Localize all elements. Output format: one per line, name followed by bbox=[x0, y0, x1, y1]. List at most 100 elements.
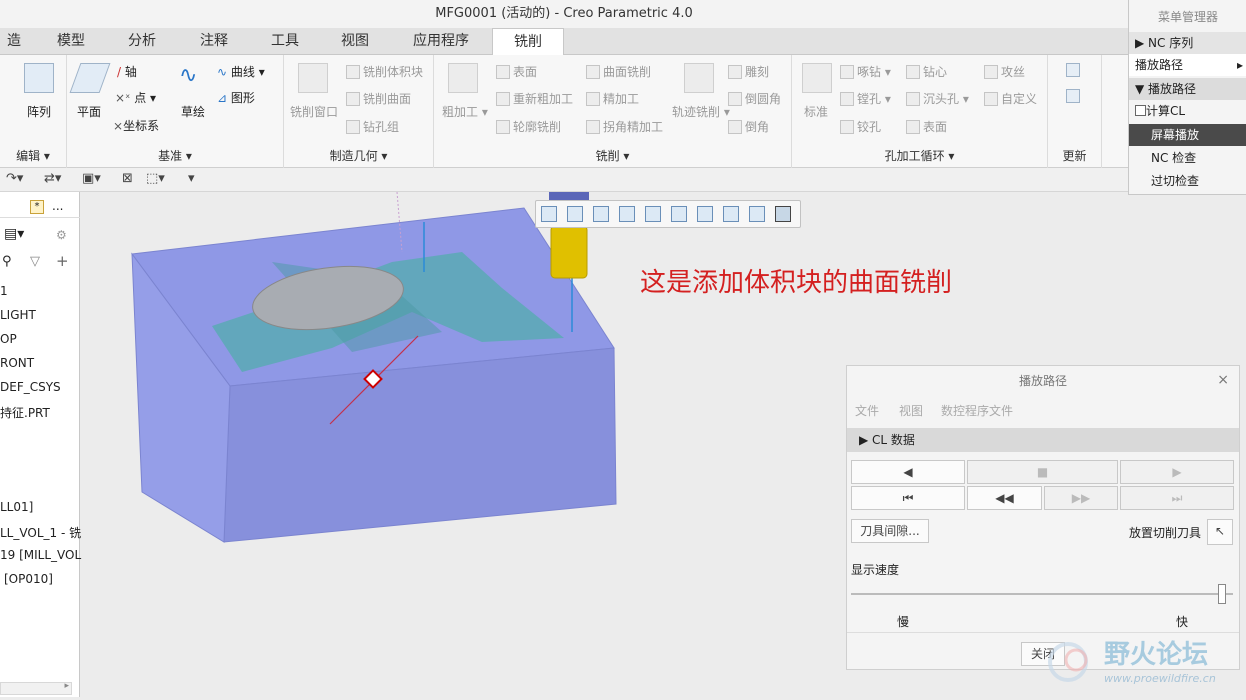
corner-finish-button[interactable]: 拐角精加工 bbox=[586, 118, 663, 135]
tree-item[interactable]: LL01] bbox=[0, 500, 33, 514]
play-backward-button[interactable]: ◀ bbox=[851, 460, 965, 484]
menu-view[interactable]: 视图 bbox=[899, 402, 923, 419]
tree-item[interactable]: LL_VOL_1 - 铣 bbox=[0, 524, 81, 541]
zoom-out-icon[interactable] bbox=[593, 206, 609, 222]
tree-item[interactable]: 19 [MILL_VOL bbox=[0, 548, 81, 562]
saved-views-icon[interactable] bbox=[671, 206, 687, 222]
mill-volume-button[interactable]: 铣削体积块 bbox=[346, 63, 423, 80]
surface-mill-button[interactable]: 曲面铣削 bbox=[586, 63, 651, 80]
face-mill-button[interactable]: 表面 bbox=[496, 63, 537, 80]
speed-slider[interactable] bbox=[851, 584, 1233, 604]
menu-screen-play[interactable]: 屏幕播放 bbox=[1129, 124, 1246, 146]
compute-cl-checkbox[interactable] bbox=[1135, 105, 1146, 116]
drill-group-button[interactable]: 钻孔组 bbox=[346, 118, 399, 135]
round-button[interactable]: 倒圆角 bbox=[728, 90, 781, 107]
plane-button[interactable]: 平面 bbox=[77, 103, 101, 120]
display-style-icon[interactable] bbox=[645, 206, 661, 222]
regenerate-icon[interactable]: ⇄▾ bbox=[44, 171, 61, 186]
tool-clearance-button[interactable]: 刀具间隙... bbox=[851, 519, 929, 543]
tree-item[interactable]: [OP010] bbox=[4, 572, 53, 586]
repaint-icon[interactable] bbox=[619, 206, 635, 222]
rewind-to-start-button[interactable]: ⏮ bbox=[851, 486, 965, 510]
tab-tools[interactable]: 工具 bbox=[250, 28, 320, 55]
tab-view[interactable]: 视图 bbox=[320, 28, 390, 55]
redo-icon[interactable]: ↷▾ bbox=[6, 171, 23, 186]
tab-manufacture[interactable]: 造 bbox=[0, 28, 28, 55]
cl-data-section[interactable]: ▶ CL 数据 bbox=[847, 428, 1239, 452]
trajectory-button[interactable]: 轨迹铣削 ▾ bbox=[672, 103, 730, 120]
menu-nc-file[interactable]: 数控程序文件 bbox=[941, 402, 1013, 419]
tree-item[interactable]: RONT bbox=[0, 356, 34, 370]
peck-button[interactable]: 啄钻 ▾ bbox=[840, 63, 891, 80]
forward-to-end-button[interactable]: ⏭ bbox=[1120, 486, 1234, 510]
tree-item[interactable]: OP bbox=[0, 332, 17, 346]
tree-item[interactable]: LIGHT bbox=[0, 308, 36, 322]
tab-more[interactable]: ... bbox=[52, 199, 63, 213]
spin-center-icon[interactable] bbox=[775, 206, 791, 222]
tab-analysis[interactable]: 分析 bbox=[106, 28, 178, 55]
find-icon[interactable]: ⚲ bbox=[2, 254, 12, 269]
menu-play-path-dropdown[interactable]: 播放路径 ▸ bbox=[1129, 54, 1246, 76]
profile-mill-button[interactable]: 轮廓铣削 bbox=[496, 118, 561, 135]
tree-item[interactable]: 持征.PRT bbox=[0, 404, 50, 421]
settings-icon[interactable]: ⚙ bbox=[56, 228, 67, 242]
spot-drill-button[interactable]: 钻心 bbox=[906, 63, 947, 80]
add-icon[interactable]: + bbox=[56, 252, 69, 270]
menu-compute-cl[interactable]: 计算CL bbox=[1129, 100, 1246, 122]
chamfer-button[interactable]: 倒角 bbox=[728, 118, 769, 135]
show-menu-icon[interactable]: ▤▾ bbox=[4, 226, 24, 242]
rerough-button[interactable]: 重新粗加工 bbox=[496, 90, 573, 107]
mill-window-button[interactable]: 铣削窗口 bbox=[290, 103, 338, 120]
step-forward-button[interactable]: ▶▶ bbox=[1044, 486, 1118, 510]
axis-button[interactable]: / 轴 bbox=[117, 63, 137, 80]
boring-button[interactable]: 镗孔 ▾ bbox=[840, 90, 891, 107]
close-icon[interactable]: × bbox=[1217, 372, 1229, 388]
tree-item[interactable]: 1 bbox=[0, 284, 8, 298]
view-manager-icon[interactable] bbox=[697, 206, 713, 222]
custom-button[interactable]: 自定义 bbox=[984, 90, 1037, 107]
windows-icon[interactable]: ▣▾ bbox=[82, 171, 101, 186]
finish-button[interactable]: 精加工 bbox=[586, 90, 639, 107]
refit-icon[interactable] bbox=[541, 206, 557, 222]
countersink-button[interactable]: 沉头孔 ▾ bbox=[906, 90, 969, 107]
ream-button[interactable]: 铰孔 bbox=[840, 118, 881, 135]
update-layer-icon[interactable] bbox=[1066, 63, 1080, 77]
update-tool-icon[interactable] bbox=[1066, 89, 1080, 103]
menu-gouge-check[interactable]: 过切检查 bbox=[1129, 170, 1246, 192]
pointer-icon[interactable]: ↖ bbox=[1207, 519, 1233, 545]
tree-hscrollbar[interactable]: ▸ bbox=[0, 681, 72, 695]
zoom-in-icon[interactable] bbox=[567, 206, 583, 222]
filter-icon[interactable]: ▽ bbox=[30, 254, 40, 269]
engrave-button[interactable]: 雕刻 bbox=[728, 63, 769, 80]
sketch-button[interactable]: 草绘 bbox=[181, 103, 205, 120]
play-forward-button[interactable]: ▶ bbox=[1120, 460, 1234, 484]
menu-nc-sequence[interactable]: ▶ NC 序列 bbox=[1129, 32, 1246, 54]
menu-play-path-header[interactable]: ▼ 播放路径 bbox=[1129, 78, 1246, 100]
tab-model[interactable]: 模型 bbox=[36, 28, 106, 55]
step-backward-button[interactable]: ◀◀ bbox=[967, 486, 1042, 510]
tab-milling[interactable]: 铣削 bbox=[492, 28, 564, 56]
tab-star[interactable]: * bbox=[30, 200, 44, 214]
array-button[interactable]: 阵列 bbox=[27, 103, 51, 120]
close-window-icon[interactable]: ⊠ bbox=[122, 171, 133, 186]
rough-button[interactable]: 粗加工 ▾ bbox=[442, 103, 488, 120]
curve-button[interactable]: ∿ 曲线 ▾ bbox=[217, 63, 265, 80]
standard-drill-button[interactable]: 标准 bbox=[804, 103, 828, 120]
select-filter-icon[interactable]: ⬚▾ bbox=[146, 171, 165, 186]
point-button[interactable]: ×ˣ 点 ▾ bbox=[115, 89, 156, 106]
menu-nc-check[interactable]: NC 检查 bbox=[1129, 147, 1246, 169]
graph-button[interactable]: ⊿ 图形 bbox=[217, 89, 255, 106]
hole-face-button[interactable]: 表面 bbox=[906, 118, 947, 135]
perspective-icon[interactable] bbox=[749, 206, 765, 222]
tree-item[interactable]: DEF_CSYS bbox=[0, 380, 61, 394]
speed-slider-thumb[interactable] bbox=[1217, 584, 1226, 604]
customize-icon[interactable]: ▾ bbox=[188, 171, 195, 186]
tab-applications[interactable]: 应用程序 bbox=[390, 28, 492, 55]
menu-file[interactable]: 文件 bbox=[855, 402, 879, 419]
tab-annotate[interactable]: 注释 bbox=[178, 28, 250, 55]
datum-display-icon[interactable] bbox=[723, 206, 739, 222]
stop-button[interactable]: ■ bbox=[967, 460, 1118, 484]
csys-button[interactable]: ⨯坐标系 bbox=[113, 117, 159, 134]
mill-surface-button[interactable]: 铣削曲面 bbox=[346, 90, 411, 107]
tap-button[interactable]: 攻丝 bbox=[984, 63, 1025, 80]
